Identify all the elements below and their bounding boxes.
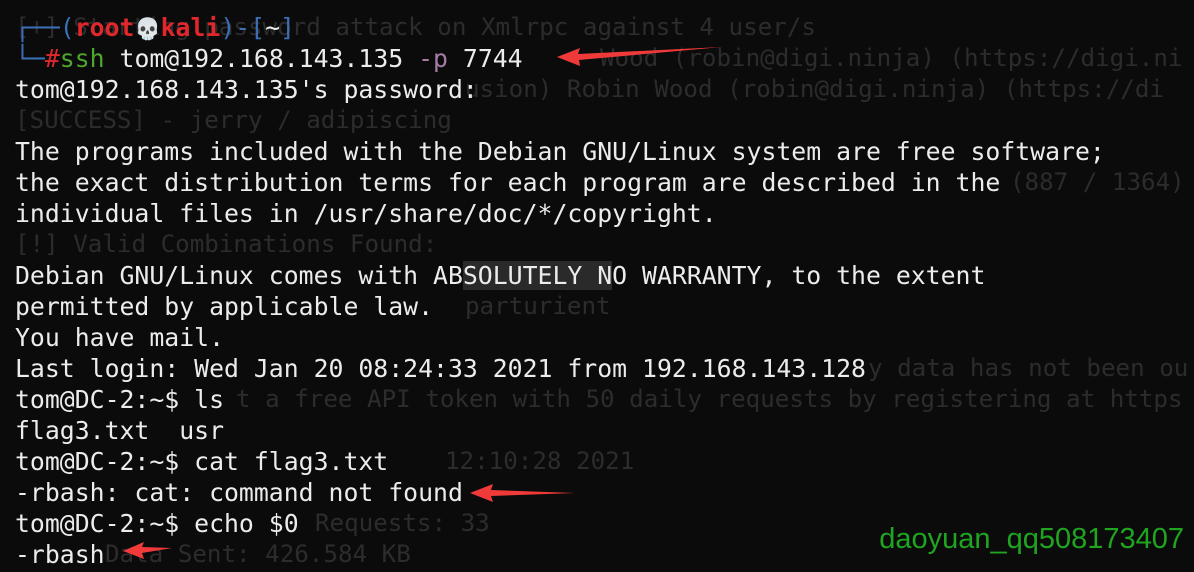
watermark: daoyuan_qq508173407 (879, 523, 1184, 555)
red-arrow-icon (557, 47, 722, 66)
annotation-arrows (123, 47, 722, 559)
red-arrow-icon (470, 484, 575, 502)
red-arrow-icon (123, 542, 172, 559)
